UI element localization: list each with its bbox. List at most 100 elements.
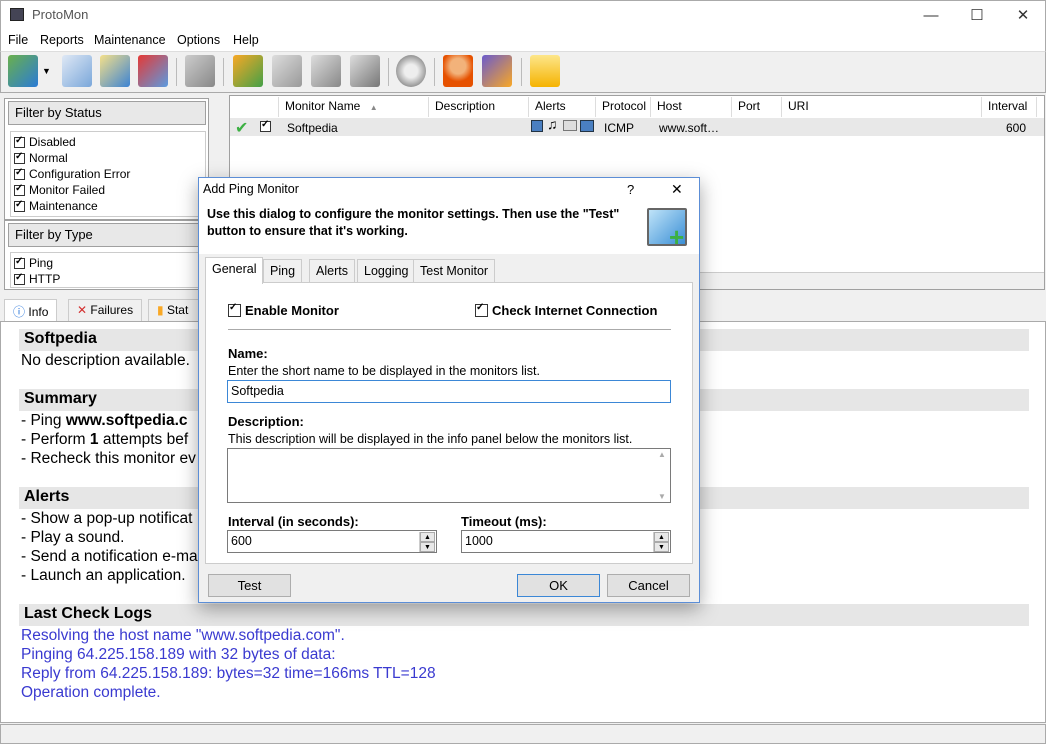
filter-label: HTTP bbox=[29, 272, 61, 286]
edit-monitor-icon[interactable] bbox=[100, 55, 130, 87]
menu-options[interactable]: Options bbox=[177, 33, 220, 47]
description-hint: This description will be displayed in th… bbox=[228, 432, 633, 446]
minimize-button[interactable]: — bbox=[908, 0, 954, 30]
email-alert-icon bbox=[563, 120, 577, 131]
name-field[interactable]: Softpedia bbox=[227, 380, 671, 403]
checkbox[interactable] bbox=[14, 183, 25, 196]
description-field[interactable] bbox=[227, 448, 671, 503]
lock-icon[interactable] bbox=[530, 55, 560, 87]
menu-help[interactable]: Help bbox=[233, 33, 259, 47]
interval-field[interactable]: 600 bbox=[227, 530, 437, 553]
tab-label: Failures bbox=[90, 303, 134, 317]
checkbox[interactable] bbox=[14, 256, 25, 269]
check-now-icon[interactable] bbox=[185, 55, 215, 87]
timeout-field[interactable]: 1000 bbox=[461, 530, 671, 553]
add-monitor-icon[interactable] bbox=[8, 55, 38, 87]
scroll-up-icon[interactable]: ▲ bbox=[658, 450, 666, 459]
filter-type-list: Ping HTTP bbox=[10, 252, 206, 288]
row-protocol: ICMP bbox=[604, 121, 634, 135]
column-status bbox=[231, 97, 279, 117]
name-hint: Enter the short name to be displayed in … bbox=[228, 364, 540, 378]
summary-text: attempts bef bbox=[98, 431, 189, 448]
maximize-button[interactable]: ☐ bbox=[954, 0, 1000, 30]
close-button[interactable]: ✕ bbox=[1000, 0, 1046, 30]
copy-monitor-icon[interactable] bbox=[62, 55, 92, 87]
filter-status-maintenance[interactable]: Maintenance bbox=[11, 198, 205, 214]
checkbox[interactable] bbox=[475, 302, 488, 317]
check-internet-checkbox[interactable]: Check Internet Connection bbox=[475, 302, 657, 318]
tab-label: Info bbox=[28, 305, 49, 319]
settings-gear-icon[interactable] bbox=[396, 55, 426, 87]
tab-failures[interactable]: ✕ Failures bbox=[68, 299, 143, 321]
description-label: Description: bbox=[228, 414, 304, 429]
column-protocol[interactable]: Protocol bbox=[596, 97, 651, 117]
column-description[interactable]: Description bbox=[429, 97, 529, 117]
column-port[interactable]: Port bbox=[732, 97, 782, 117]
column-host[interactable]: Host bbox=[651, 97, 732, 117]
filter-status-config-error[interactable]: Configuration Error bbox=[11, 166, 205, 182]
spin-up-icon[interactable]: ▲ bbox=[654, 532, 669, 542]
checkbox[interactable] bbox=[228, 302, 241, 317]
sort-ascending-icon: ▲ bbox=[369, 103, 378, 112]
filter-type-heading: Filter by Type bbox=[8, 223, 206, 247]
tab-test-monitor[interactable]: Test Monitor bbox=[413, 259, 496, 283]
checkbox[interactable] bbox=[14, 272, 25, 285]
copy-group-icon[interactable] bbox=[272, 55, 302, 87]
filter-type-http[interactable]: HTTP bbox=[11, 271, 205, 287]
tab-general[interactable]: General bbox=[205, 257, 264, 284]
checkbox[interactable] bbox=[14, 151, 25, 164]
tab-ping[interactable]: Ping bbox=[263, 259, 303, 283]
info-icon: ⓘ bbox=[13, 305, 26, 319]
enable-monitor-checkbox[interactable]: Enable Monitor bbox=[228, 302, 339, 318]
test-button[interactable]: Test bbox=[208, 574, 291, 597]
add-group-icon[interactable] bbox=[233, 55, 263, 87]
cancel-button[interactable]: Cancel bbox=[607, 574, 690, 597]
checkbox[interactable] bbox=[14, 199, 25, 212]
tab-statistics[interactable]: ▮ Stat bbox=[148, 299, 200, 321]
summary-line: - Recheck this monitor ev bbox=[21, 450, 196, 467]
filter-label: Ping bbox=[29, 256, 54, 270]
table-row[interactable] bbox=[230, 118, 1044, 136]
filter-label: Maintenance bbox=[29, 199, 98, 213]
checkbox[interactable] bbox=[14, 167, 25, 180]
interval-spinner[interactable]: ▲ ▼ bbox=[419, 532, 435, 552]
filter-type-ping[interactable]: Ping bbox=[11, 255, 205, 271]
help-book-icon[interactable] bbox=[482, 55, 512, 87]
filter-status-normal[interactable]: Normal bbox=[11, 150, 205, 166]
scroll-down-icon[interactable]: ▼ bbox=[658, 492, 666, 501]
column-uri[interactable]: URI bbox=[782, 97, 982, 117]
delete-group-icon[interactable] bbox=[350, 55, 380, 87]
filter-status-monitor-failed[interactable]: Monitor Failed bbox=[11, 182, 205, 198]
dropdown-arrow-icon[interactable]: ▼ bbox=[42, 66, 51, 76]
checkbox[interactable] bbox=[14, 135, 25, 148]
spin-up-icon[interactable]: ▲ bbox=[420, 532, 435, 542]
edit-group-icon[interactable] bbox=[311, 55, 341, 87]
spin-down-icon[interactable]: ▼ bbox=[654, 542, 669, 552]
delete-monitor-icon[interactable] bbox=[138, 55, 168, 87]
description-scrollbar[interactable]: ▲ ▼ bbox=[655, 450, 669, 501]
column-monitor-name[interactable]: Monitor Name ▲ bbox=[279, 97, 429, 117]
column-label: Monitor Name bbox=[285, 99, 361, 113]
filter-status-list: Disabled Normal Configuration Error Moni… bbox=[10, 131, 206, 217]
menu-file[interactable]: File bbox=[8, 33, 28, 47]
row-enabled-checkbox[interactable] bbox=[260, 119, 271, 132]
filter-label: Normal bbox=[29, 151, 68, 165]
support-person-icon[interactable] bbox=[443, 55, 473, 87]
dialog-help-button[interactable]: ? bbox=[627, 182, 634, 197]
menu-maintenance[interactable]: Maintenance bbox=[94, 33, 166, 47]
filter-status-disabled[interactable]: Disabled bbox=[11, 134, 205, 150]
tab-alerts[interactable]: Alerts bbox=[309, 259, 355, 283]
column-alerts[interactable]: Alerts bbox=[529, 97, 596, 117]
timeout-spinner[interactable]: ▲ ▼ bbox=[653, 532, 669, 552]
dialog-close-button[interactable]: ✕ bbox=[671, 181, 683, 198]
sound-alert-icon: ♫ bbox=[547, 116, 558, 132]
menu-reports[interactable]: Reports bbox=[40, 33, 84, 47]
log-line: Reply from 64.225.158.189: bytes=32 time… bbox=[21, 665, 436, 682]
tab-logging[interactable]: Logging bbox=[357, 259, 416, 283]
column-interval[interactable]: Interval bbox=[982, 97, 1037, 117]
ok-button[interactable]: OK bbox=[517, 574, 600, 597]
alert-line: - Play a sound. bbox=[21, 529, 125, 546]
dialog-title: Add Ping Monitor bbox=[203, 182, 299, 196]
spin-down-icon[interactable]: ▼ bbox=[420, 542, 435, 552]
tab-info[interactable]: ⓘ Info bbox=[4, 299, 58, 321]
